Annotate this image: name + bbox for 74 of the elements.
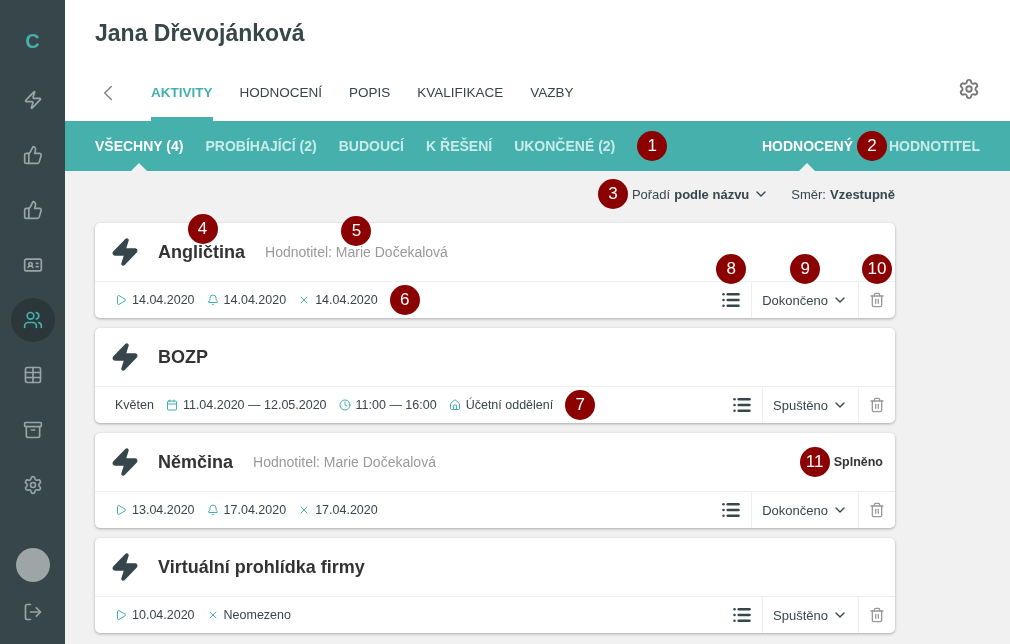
trash-icon xyxy=(869,607,885,623)
sidebar-item[interactable] xyxy=(10,298,55,342)
result-label: Splněno xyxy=(833,455,883,469)
meta-text: 14.04.2020 xyxy=(315,293,378,307)
house-icon xyxy=(448,399,461,411)
activity-title: BOZP xyxy=(158,346,208,368)
callout-marker: 10 xyxy=(862,254,892,284)
evaluator: Hodnotitel: Marie Dočekalová xyxy=(253,454,436,470)
tab[interactable]: POPIS xyxy=(349,78,391,121)
logout-icon[interactable] xyxy=(22,602,43,622)
avatar[interactable] xyxy=(15,548,50,582)
callout-marker: 8 xyxy=(716,254,747,284)
meta-text: 10.04.2020 xyxy=(132,608,195,622)
meta-text: 17.04.2020 xyxy=(223,503,287,517)
meta-text: 11:00 — 16:00 xyxy=(355,398,437,412)
meta-text: 14.04.2020 xyxy=(223,293,287,307)
meta-text: Květen xyxy=(115,398,154,412)
meta-text: 17.04.2020 xyxy=(315,503,378,517)
activity-title: Angličtina xyxy=(158,241,245,263)
status-dropdown[interactable]: Spuštěno xyxy=(763,597,858,633)
tab[interactable]: KVALIFIKACE xyxy=(417,78,504,121)
activity-title: Němčina xyxy=(158,451,234,473)
meta-text: 11.04.2020 — 12.05.2020 xyxy=(182,398,327,412)
callout-marker: 4 xyxy=(187,213,218,244)
callout-marker: 1 xyxy=(637,131,668,161)
meta-text: Neomezeno xyxy=(223,608,291,622)
list-icon xyxy=(721,500,742,520)
list-icon xyxy=(732,605,753,625)
archive-icon xyxy=(22,420,43,440)
lightning-icon xyxy=(110,447,140,477)
status-dropdown[interactable]: Spuštěno xyxy=(763,387,858,423)
table-icon xyxy=(22,365,43,385)
status-dropdown[interactable]: Dokončeno xyxy=(752,492,858,528)
list-icon xyxy=(732,395,753,415)
lightning-icon xyxy=(22,90,43,110)
sort-dropdown[interactable]: Pořadí podle názvu xyxy=(631,186,770,202)
direction-value[interactable]: Vzestupně xyxy=(830,186,895,202)
settings-icon[interactable] xyxy=(958,78,980,100)
play-icon xyxy=(115,609,127,621)
bell-icon xyxy=(206,504,219,516)
callout-marker: 5 xyxy=(341,216,372,246)
callout-marker: 11 xyxy=(799,447,830,477)
trash-icon xyxy=(869,292,885,308)
activity-title: Virtuální prohlídka firmy xyxy=(158,556,365,578)
settings-icon xyxy=(22,475,43,495)
logo: C xyxy=(25,30,40,54)
direction-label: Směr: xyxy=(791,186,826,202)
trash-icon xyxy=(869,502,885,518)
people-icon xyxy=(22,310,43,330)
id-card-icon xyxy=(22,255,43,275)
bell-icon xyxy=(206,294,219,306)
calendar-icon xyxy=(165,399,178,411)
callout-marker: 2 xyxy=(857,131,887,161)
callout-marker: 6 xyxy=(389,285,420,315)
thumbs-up-icon xyxy=(22,145,43,165)
callout-marker: 9 xyxy=(790,254,821,284)
list-icon xyxy=(721,290,742,310)
callout-marker: 7 xyxy=(565,390,596,420)
lightning-icon xyxy=(110,342,140,372)
tab[interactable]: HODNOCENÍ xyxy=(239,78,323,121)
meta-text: 13.04.2020 xyxy=(132,503,195,517)
lightning-icon xyxy=(110,237,140,267)
play-icon xyxy=(115,504,127,516)
evaluator: Hodnotitel: Marie Dočekalová xyxy=(265,244,448,260)
lightning-icon xyxy=(110,552,140,582)
trash-icon xyxy=(869,397,885,413)
thumbs-up-icon xyxy=(22,200,43,220)
clock-icon xyxy=(338,399,351,411)
play-icon xyxy=(115,294,127,306)
person-name: Jana Dřevojánková xyxy=(95,20,306,48)
meta-text: Účetní oddělení xyxy=(465,398,554,412)
callout-marker: 3 xyxy=(597,179,628,209)
tab[interactable]: VAZBY xyxy=(530,78,574,121)
meta-text: 14.04.2020 xyxy=(132,293,195,307)
